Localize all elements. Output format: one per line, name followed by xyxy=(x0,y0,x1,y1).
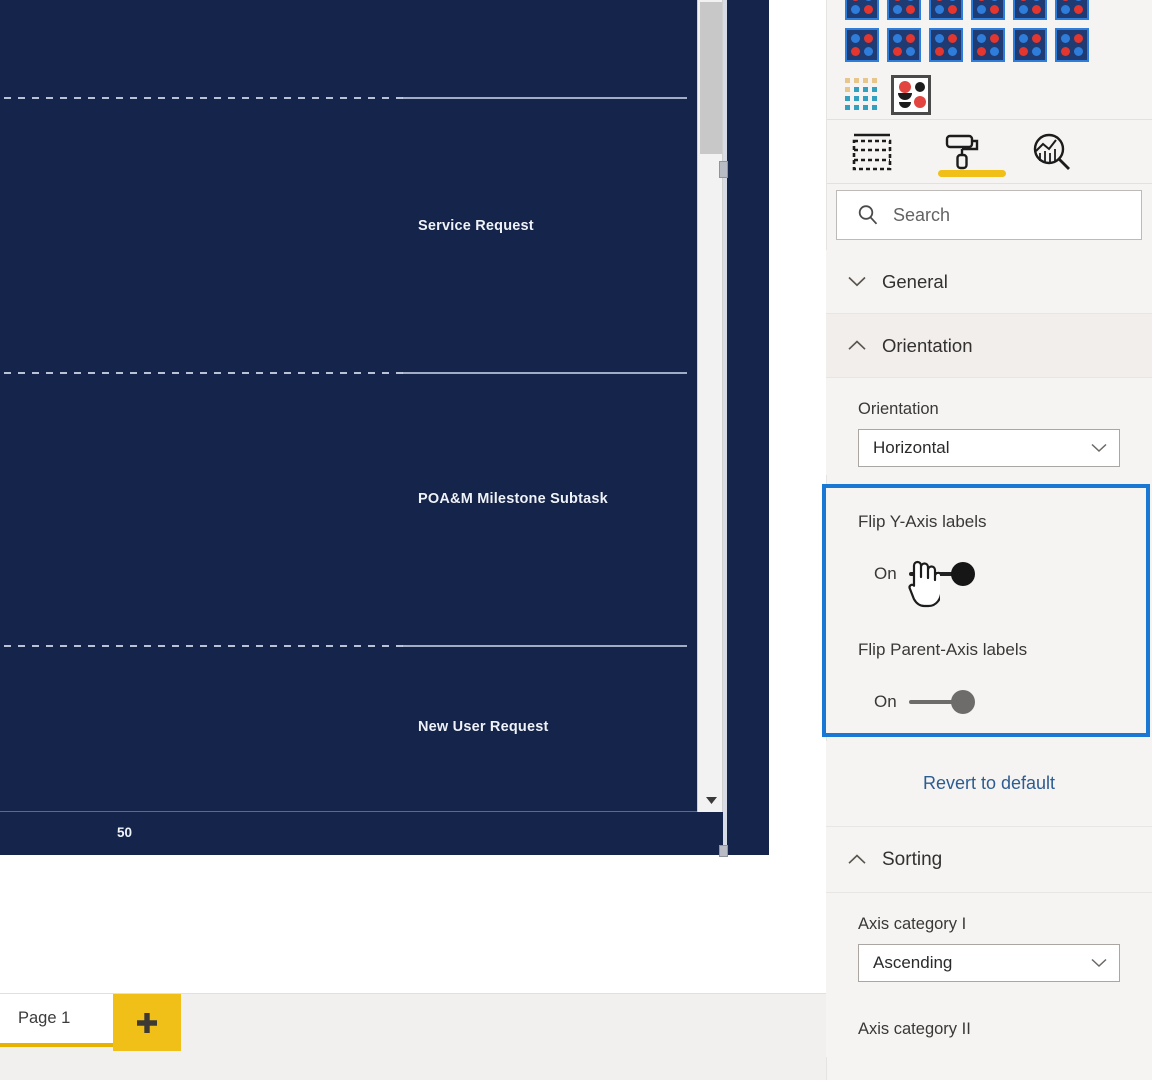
report-canvas[interactable]: Service Request POA&M Milestone Subtask … xyxy=(0,0,770,995)
visual-type-row xyxy=(841,0,1139,20)
orientation-dropdown[interactable]: Horizontal xyxy=(858,429,1120,467)
active-tab-indicator xyxy=(938,169,1006,177)
chevron-up-icon xyxy=(848,340,866,351)
fields-table-icon xyxy=(852,133,892,170)
flip-y-axis-state: On xyxy=(874,564,897,583)
axis-category-1-label: Axis category I xyxy=(858,915,967,933)
visual-type-icon[interactable] xyxy=(929,0,963,20)
flip-parent-axis-toggle[interactable]: On xyxy=(874,690,975,714)
x-axis-tick-label: 50 xyxy=(117,825,133,840)
visual-type-icon[interactable] xyxy=(1055,0,1089,20)
flip-labels-highlight-box: Flip Y-Axis labels On Flip Parent-Axis l… xyxy=(822,484,1150,737)
visual-resize-handle-bottom[interactable] xyxy=(719,845,728,857)
visual-type-icon[interactable] xyxy=(845,0,879,20)
add-page-button[interactable] xyxy=(113,994,181,1051)
toggle-knob xyxy=(950,562,975,586)
parent-axis-label: Service Request xyxy=(418,218,534,234)
separator-dashed-segment xyxy=(0,372,410,374)
format-sections: General Orientation Orientation Horizont… xyxy=(826,250,1152,475)
visualizations-gallery[interactable] xyxy=(827,0,1152,120)
page-tab-page-1[interactable]: Page 1 xyxy=(0,994,113,1047)
sorting-fields: Axis category I Ascending Axis category … xyxy=(826,893,1152,1057)
chevron-down-icon xyxy=(848,276,866,287)
visual-type-icon[interactable] xyxy=(1013,0,1047,20)
chevron-down-icon xyxy=(1091,958,1107,968)
visual-type-icon[interactable] xyxy=(845,28,879,62)
tab-analytics[interactable] xyxy=(1007,120,1097,184)
visual-type-icon[interactable] xyxy=(1055,28,1089,62)
search-icon xyxy=(858,205,878,225)
flip-y-axis-label: Flip Y-Axis labels xyxy=(858,512,987,531)
parent-axis-label: POA&M Milestone Subtask xyxy=(418,491,608,507)
axis-category-2-label: Axis category II xyxy=(858,1020,971,1038)
separator-dashed-segment xyxy=(0,645,410,647)
analytics-magnifier-icon xyxy=(1033,133,1070,170)
tab-format[interactable] xyxy=(917,120,1007,184)
revert-to-default-link[interactable]: Revert to default xyxy=(923,773,1055,794)
image-visual-icon[interactable] xyxy=(891,75,931,115)
paint-roller-icon xyxy=(945,134,979,169)
separator-solid-segment xyxy=(402,645,687,647)
format-pane-tabs xyxy=(827,120,1152,184)
axis-category-1-dropdown[interactable]: Ascending xyxy=(858,944,1120,982)
visual-type-icon[interactable] xyxy=(929,28,963,62)
chart-plot-area: Service Request POA&M Milestone Subtask … xyxy=(0,0,697,840)
flip-parent-axis-label: Flip Parent-Axis labels xyxy=(858,640,1028,659)
toggle-knob xyxy=(950,690,975,714)
parent-axis-label: New User Request xyxy=(418,719,549,735)
visual-type-row xyxy=(841,28,1139,62)
section-header-general[interactable]: General xyxy=(826,250,1152,314)
flip-parent-axis-state: On xyxy=(874,692,897,711)
section-label-general: General xyxy=(882,270,948,292)
matrix-icon[interactable] xyxy=(845,78,879,112)
toggle-switch[interactable] xyxy=(908,690,975,714)
separator-solid-segment xyxy=(402,372,687,374)
visual-type-icon[interactable] xyxy=(1013,28,1047,62)
search-field-wrapper[interactable]: Search xyxy=(836,190,1142,240)
section-label-orientation: Orientation xyxy=(882,334,973,356)
visual-vertical-scrollbar[interactable] xyxy=(697,0,723,812)
x-axis-line xyxy=(0,811,697,812)
section-header-orientation[interactable]: Orientation xyxy=(826,314,1152,378)
hand-pointer-cursor xyxy=(902,556,940,610)
visual-type-row xyxy=(841,75,1139,115)
plus-icon xyxy=(137,1012,157,1033)
chevron-down-icon xyxy=(1091,443,1107,453)
horizontal-bar-visual[interactable]: Service Request POA&M Milestone Subtask … xyxy=(0,0,723,855)
revert-to-default-row[interactable]: Revert to default xyxy=(826,741,1152,827)
visual-right-edge xyxy=(723,0,727,855)
tab-fields[interactable] xyxy=(827,120,917,184)
axis-category-1-value: Ascending xyxy=(873,953,953,972)
scrollbar-thumb[interactable] xyxy=(700,2,722,154)
orientation-dropdown-value: Horizontal xyxy=(873,438,950,457)
visual-type-icon[interactable] xyxy=(971,0,1005,20)
chevron-up-icon xyxy=(848,854,866,865)
sorting-section-body: Axis category I Ascending Axis category … xyxy=(826,893,1152,1057)
toggle-track xyxy=(908,700,955,704)
section-label-sorting: Sorting xyxy=(882,848,943,870)
app-root: Service Request POA&M Milestone Subtask … xyxy=(0,0,1152,1080)
scroll-down-arrow-icon[interactable] xyxy=(698,790,723,810)
orientation-section-body: Orientation Horizontal xyxy=(826,378,1152,475)
visual-resize-handle-right[interactable] xyxy=(719,161,728,178)
section-header-sorting[interactable]: Sorting xyxy=(826,827,1152,893)
visual-type-icon[interactable] xyxy=(887,0,921,20)
canvas-background-strip xyxy=(723,0,769,855)
separator-solid-segment xyxy=(402,97,687,99)
visual-type-icon[interactable] xyxy=(971,28,1005,62)
page-tab-bar: Page 1 xyxy=(0,993,826,1080)
search-placeholder: Search xyxy=(893,204,951,225)
orientation-field-label: Orientation xyxy=(858,400,939,418)
search-input[interactable]: Search xyxy=(836,190,1142,240)
visual-type-icon[interactable] xyxy=(887,28,921,62)
separator-dashed-segment xyxy=(0,97,410,99)
